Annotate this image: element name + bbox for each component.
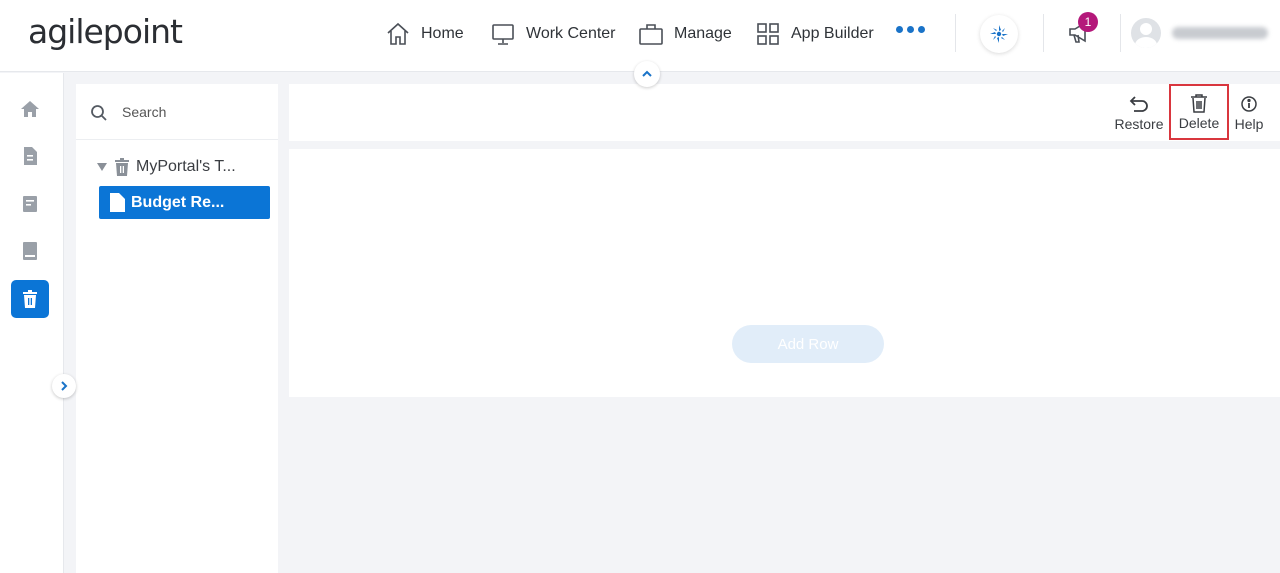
caret-down-icon bbox=[97, 163, 107, 171]
avatar[interactable] bbox=[1131, 18, 1161, 48]
restore-icon bbox=[1129, 95, 1148, 112]
briefcase-icon bbox=[639, 24, 663, 45]
brand-icon bbox=[990, 25, 1008, 43]
home-icon bbox=[387, 22, 409, 45]
delete-label: Delete bbox=[1178, 115, 1220, 131]
left-rail bbox=[0, 73, 64, 573]
search-icon bbox=[91, 105, 107, 121]
more-dots-icon[interactable] bbox=[896, 26, 925, 33]
restore-button[interactable]: Restore bbox=[1113, 84, 1165, 141]
chevron-up-icon bbox=[642, 70, 652, 77]
info-icon bbox=[1241, 95, 1257, 112]
nav-work-center[interactable]: Work Center bbox=[490, 18, 616, 50]
agilepoint-brand-button[interactable] bbox=[980, 15, 1018, 53]
expand-rail-button[interactable] bbox=[52, 374, 76, 398]
divider bbox=[1120, 14, 1121, 52]
agilepoint-logo[interactable]: agilepoint bbox=[28, 12, 183, 51]
home-icon bbox=[21, 101, 39, 117]
tree-item-label: Budget Re... bbox=[131, 193, 225, 211]
divider bbox=[955, 14, 956, 52]
collapse-header-button[interactable] bbox=[634, 61, 660, 87]
monitor-icon bbox=[492, 24, 514, 45]
help-button[interactable]: Help bbox=[1233, 84, 1265, 141]
nav-app-builder[interactable]: App Builder bbox=[755, 18, 874, 50]
rail-library[interactable] bbox=[11, 232, 49, 270]
nav-home[interactable]: Home bbox=[385, 18, 464, 50]
divider bbox=[1043, 14, 1044, 52]
tree-root-node[interactable]: MyPortal's T... bbox=[96, 158, 236, 176]
book-icon bbox=[23, 242, 37, 260]
trash-icon bbox=[115, 158, 129, 176]
form-icon bbox=[23, 196, 37, 212]
content-area: Add Row bbox=[289, 149, 1280, 397]
tree-item-selected[interactable]: Budget Re... bbox=[99, 186, 270, 219]
help-label: Help bbox=[1234, 115, 1264, 132]
nav-home-label: Home bbox=[421, 25, 464, 42]
chevron-right-icon bbox=[61, 381, 68, 391]
rail-documents[interactable] bbox=[11, 137, 49, 175]
delete-button[interactable]: Delete bbox=[1169, 84, 1229, 140]
top-header: agilepoint Home Work Center Manage App B… bbox=[0, 0, 1280, 72]
nav-work-center-label: Work Center bbox=[526, 25, 616, 42]
document-icon bbox=[24, 147, 37, 165]
nav-manage-label: Manage bbox=[674, 25, 732, 42]
trash-icon bbox=[1191, 94, 1207, 113]
nav-manage[interactable]: Manage bbox=[638, 18, 732, 50]
notification-badge: 1 bbox=[1078, 12, 1098, 32]
tree-panel: MyPortal's T... Budget Re... bbox=[76, 84, 278, 573]
rail-forms[interactable] bbox=[11, 185, 49, 223]
tree-root-label: MyPortal's T... bbox=[136, 158, 236, 175]
user-name-blurred[interactable] bbox=[1172, 27, 1268, 39]
search-box bbox=[76, 84, 278, 140]
file-icon bbox=[110, 193, 125, 212]
grid-icon bbox=[757, 23, 779, 45]
rail-recycle-bin[interactable] bbox=[11, 280, 49, 318]
search-input[interactable] bbox=[122, 100, 262, 124]
restore-label: Restore bbox=[1114, 115, 1164, 132]
trash-icon bbox=[23, 290, 37, 308]
add-row-button[interactable]: Add Row bbox=[732, 325, 884, 363]
toolbar: Restore Delete Help bbox=[289, 84, 1280, 141]
rail-home[interactable] bbox=[11, 90, 49, 128]
nav-app-builder-label: App Builder bbox=[791, 25, 874, 42]
